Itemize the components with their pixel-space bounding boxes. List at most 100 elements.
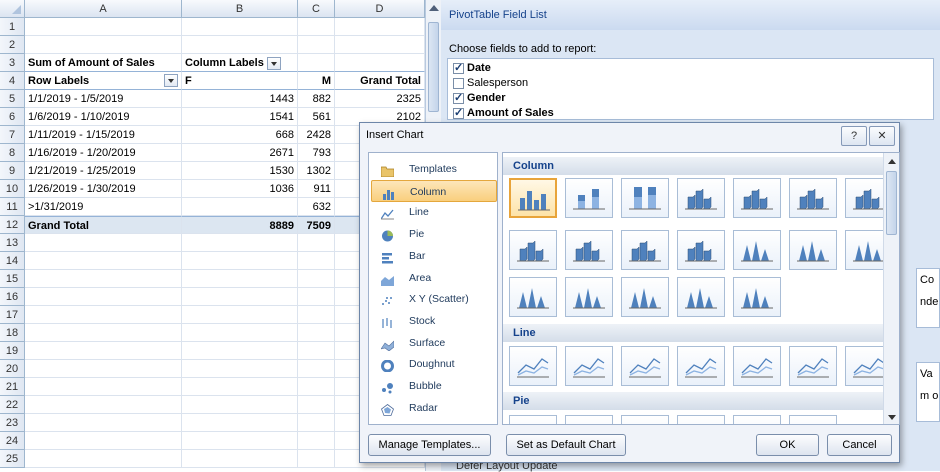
- line-subtype-thumbnail[interactable]: [565, 346, 613, 386]
- empty-cell[interactable]: [25, 432, 182, 450]
- row-number[interactable]: 22: [0, 396, 25, 414]
- scroll-thumb[interactable]: [886, 171, 897, 235]
- field-checkbox[interactable]: [453, 106, 464, 120]
- column-subtype-thumbnail[interactable]: [733, 277, 781, 317]
- pie-subtype-thumbnail[interactable]: [509, 415, 557, 424]
- column-header-c[interactable]: C: [298, 0, 335, 17]
- column-header-f[interactable]: F: [182, 72, 298, 90]
- ok-button[interactable]: OK: [756, 434, 819, 456]
- field-checkbox[interactable]: [453, 77, 464, 89]
- row-label-cell[interactable]: 1/6/2019 - 1/10/2019: [25, 108, 182, 126]
- empty-cell[interactable]: [298, 360, 335, 378]
- column-header-b[interactable]: B: [182, 0, 298, 17]
- empty-cell[interactable]: [335, 36, 425, 54]
- line-subtype-thumbnail[interactable]: [621, 346, 669, 386]
- column-subtype-thumbnail[interactable]: [509, 230, 557, 270]
- chart-type-surface[interactable]: Surface: [371, 332, 497, 354]
- row-number[interactable]: 8: [0, 144, 25, 162]
- empty-cell[interactable]: [182, 234, 298, 252]
- row-number[interactable]: 19: [0, 342, 25, 360]
- chart-type-column[interactable]: Column: [371, 179, 497, 202]
- row-number[interactable]: 3: [0, 54, 25, 72]
- row-number[interactable]: 17: [0, 306, 25, 324]
- chart-type-list[interactable]: Templates Column Line Pie Bar Area X Y (Scatte…: [368, 152, 498, 425]
- value-cell-m[interactable]: 2428: [298, 126, 335, 144]
- empty-cell[interactable]: [25, 234, 182, 252]
- empty-cell[interactable]: [25, 378, 182, 396]
- chart-type-area[interactable]: Area: [371, 267, 497, 289]
- empty-cell[interactable]: [25, 306, 182, 324]
- empty-cell[interactable]: [298, 414, 335, 432]
- value-cell-f[interactable]: 1036: [182, 180, 298, 198]
- value-cell-f[interactable]: 1443: [182, 90, 298, 108]
- grand-total-cell[interactable]: 2325: [335, 90, 425, 108]
- row-number[interactable]: 16: [0, 288, 25, 306]
- column-subtype-thumbnail[interactable]: [677, 230, 725, 270]
- close-button[interactable]: ✕: [869, 126, 895, 146]
- pivot-field-item[interactable]: Salesperson: [453, 76, 528, 90]
- empty-cell[interactable]: [298, 450, 335, 468]
- clustered-column-thumbnail[interactable]: [509, 178, 557, 218]
- empty-cell[interactable]: [25, 414, 182, 432]
- empty-cell[interactable]: [25, 18, 182, 36]
- empty-cell[interactable]: [182, 324, 298, 342]
- empty-cell[interactable]: [182, 18, 298, 36]
- empty-cell[interactable]: [182, 288, 298, 306]
- column-subtype-thumbnail[interactable]: [733, 178, 781, 218]
- pivot-field-item[interactable]: Date: [453, 61, 491, 75]
- select-all-corner[interactable]: [0, 0, 25, 17]
- empty-cell[interactable]: [182, 432, 298, 450]
- empty-cell[interactable]: [298, 396, 335, 414]
- empty-cell[interactable]: [25, 360, 182, 378]
- scroll-up-arrow-icon[interactable]: [429, 5, 439, 11]
- value-cell-m[interactable]: 1302: [298, 162, 335, 180]
- column-subtype-thumbnail[interactable]: [789, 178, 837, 218]
- value-cell-m[interactable]: 561: [298, 108, 335, 126]
- column-labels-filter-dropdown[interactable]: [266, 56, 281, 70]
- row-label-cell[interactable]: 1/16/2019 - 1/20/2019: [25, 144, 182, 162]
- grand-total-row-label[interactable]: Grand Total: [25, 216, 182, 234]
- column-labels-area[interactable]: Co nde: [916, 268, 940, 328]
- grand-total-m[interactable]: 7509: [298, 216, 335, 234]
- gallery-scrollbar[interactable]: [883, 153, 899, 424]
- row-label-cell[interactable]: 1/1/2019 - 1/5/2019: [25, 90, 182, 108]
- empty-cell[interactable]: [298, 324, 335, 342]
- value-cell-m[interactable]: 882: [298, 90, 335, 108]
- column-subtype-thumbnail[interactable]: [677, 277, 725, 317]
- pie-subtype-thumbnail[interactable]: [733, 415, 781, 424]
- chart-type-bubble[interactable]: Bubble: [371, 375, 497, 397]
- empty-cell[interactable]: [298, 342, 335, 360]
- empty-cell[interactable]: [298, 18, 335, 36]
- value-cell-m[interactable]: 793: [298, 144, 335, 162]
- column-subtype-thumbnail[interactable]: [621, 178, 669, 218]
- line-subtype-thumbnail[interactable]: [733, 346, 781, 386]
- column-subtype-thumbnail[interactable]: [565, 178, 613, 218]
- empty-cell[interactable]: [182, 36, 298, 54]
- empty-cell[interactable]: [335, 18, 425, 36]
- empty-cell[interactable]: [25, 342, 182, 360]
- empty-cell[interactable]: [182, 342, 298, 360]
- values-area[interactable]: Va m o: [916, 362, 940, 422]
- pivot-data-field-label[interactable]: Sum of Amount of Sales: [25, 54, 182, 72]
- row-number[interactable]: 10: [0, 180, 25, 198]
- row-number[interactable]: 21: [0, 378, 25, 396]
- empty-cell[interactable]: [182, 378, 298, 396]
- row-number[interactable]: 4: [0, 72, 25, 90]
- pivot-field-item[interactable]: Gender: [453, 91, 506, 105]
- column-subtype-thumbnail[interactable]: [621, 277, 669, 317]
- value-cell-f[interactable]: 1541: [182, 108, 298, 126]
- column-labels-header[interactable]: Column Labels: [182, 54, 298, 72]
- empty-cell[interactable]: [25, 252, 182, 270]
- row-number[interactable]: 15: [0, 270, 25, 288]
- row-label-cell[interactable]: 1/26/2019 - 1/30/2019: [25, 180, 182, 198]
- scroll-thumb[interactable]: [428, 22, 439, 112]
- column-subtype-thumbnail[interactable]: [565, 277, 613, 317]
- line-subtype-thumbnail[interactable]: [677, 346, 725, 386]
- help-button[interactable]: ?: [841, 126, 867, 146]
- empty-cell[interactable]: [182, 360, 298, 378]
- column-subtype-thumbnail[interactable]: [677, 178, 725, 218]
- empty-cell[interactable]: [182, 306, 298, 324]
- row-number[interactable]: 5: [0, 90, 25, 108]
- line-subtype-thumbnail[interactable]: [789, 346, 837, 386]
- row-number[interactable]: 14: [0, 252, 25, 270]
